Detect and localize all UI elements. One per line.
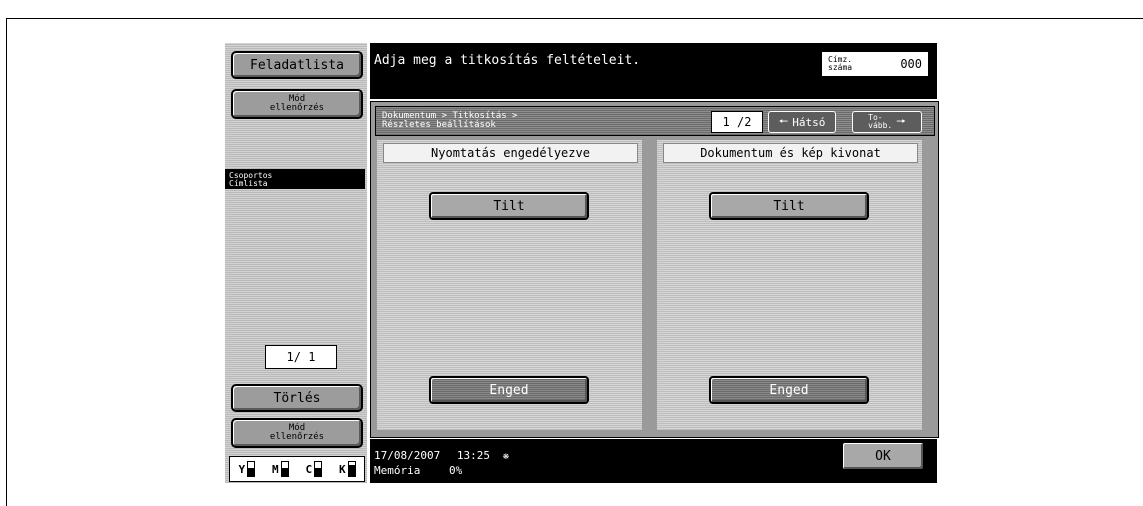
recipient-count-value: 000 xyxy=(900,57,922,71)
toner-indicator: Y M C K xyxy=(229,456,365,482)
status-memory: Memória 0% xyxy=(374,464,462,477)
extract-tilt-button[interactable]: Tilt xyxy=(709,192,869,220)
next-button[interactable]: To- vább. 🠖 xyxy=(852,111,922,133)
recipient-count: Címz. száma 000 xyxy=(821,51,929,77)
breadcrumb: Dokumentum > Titkosítás > Részletes beál… xyxy=(382,111,518,130)
mod-ellenorzes-bottom-button[interactable]: Mód ellenőrzés xyxy=(231,418,363,448)
torles-button[interactable]: Törlés xyxy=(231,384,363,412)
toner-y: Y xyxy=(238,461,256,477)
toner-k-fill xyxy=(348,464,355,476)
message-bar: Adja meg a titkosítás feltételeit. Címz.… xyxy=(370,43,937,99)
toner-c: C xyxy=(305,461,323,477)
settings-header: Dokumentum > Titkosítás > Részletes beál… xyxy=(375,106,935,136)
extract-title: Dokumentum és kép kivonat xyxy=(663,143,918,163)
settings-area: Dokumentum > Titkosítás > Részletes beál… xyxy=(370,101,939,438)
feladatlista-button[interactable]: Feladatlista xyxy=(231,51,363,79)
instruction-message: Adja meg a titkosítás feltételeit. xyxy=(374,53,641,68)
extract-column: Dokumentum és kép kivonat Tilt Enged xyxy=(657,140,922,430)
csoportos-cimlista-tab[interactable]: Csoportos Címlista xyxy=(225,169,365,189)
status-time: 13:25 xyxy=(456,449,490,462)
arrow-right-icon: 🠖 xyxy=(896,114,906,128)
memory-label: Memória xyxy=(374,464,421,477)
toner-k: K xyxy=(339,461,356,477)
recipient-count-label: Címz. száma xyxy=(828,55,853,72)
control-panel: Feladatlista Mód ellenőrzés Csoportos Cí… xyxy=(225,43,939,483)
status-date: 17/08/2007 xyxy=(374,449,441,462)
toner-m: M xyxy=(272,461,289,477)
toner-m-fill xyxy=(281,467,288,476)
network-icon: ❋ xyxy=(502,449,510,462)
print-enged-button[interactable]: Enged xyxy=(429,376,589,404)
page-indicator: 1 /2 xyxy=(711,111,763,133)
status-datetime: 17/08/2007 13:25 ❋ xyxy=(374,449,509,462)
back-button[interactable]: 🠔 Hátsó xyxy=(768,111,836,133)
print-permission-column: Nyomtatás engedélyezve Tilt Enged xyxy=(377,140,642,430)
print-tilt-button[interactable]: Tilt xyxy=(429,192,589,220)
sidebar: Feladatlista Mód ellenőrzés Csoportos Cí… xyxy=(225,43,367,483)
ok-button[interactable]: OK xyxy=(841,441,925,471)
frame-top-line xyxy=(6,18,1143,19)
mod-ellenorzes-top-button[interactable]: Mód ellenőrzés xyxy=(231,89,363,119)
print-permission-title: Nyomtatás engedélyezve xyxy=(383,143,638,163)
frame-left-line xyxy=(6,18,7,506)
toner-y-fill xyxy=(248,467,255,476)
sidebar-page-indicator: 1/ 1 xyxy=(265,345,337,369)
toner-c-fill xyxy=(315,467,322,476)
status-bar: 17/08/2007 13:25 ❋ Memória 0% xyxy=(370,439,828,483)
extract-enged-button[interactable]: Enged xyxy=(709,376,869,404)
memory-value: 0% xyxy=(448,464,463,477)
arrow-left-icon: 🠔 xyxy=(778,114,789,128)
